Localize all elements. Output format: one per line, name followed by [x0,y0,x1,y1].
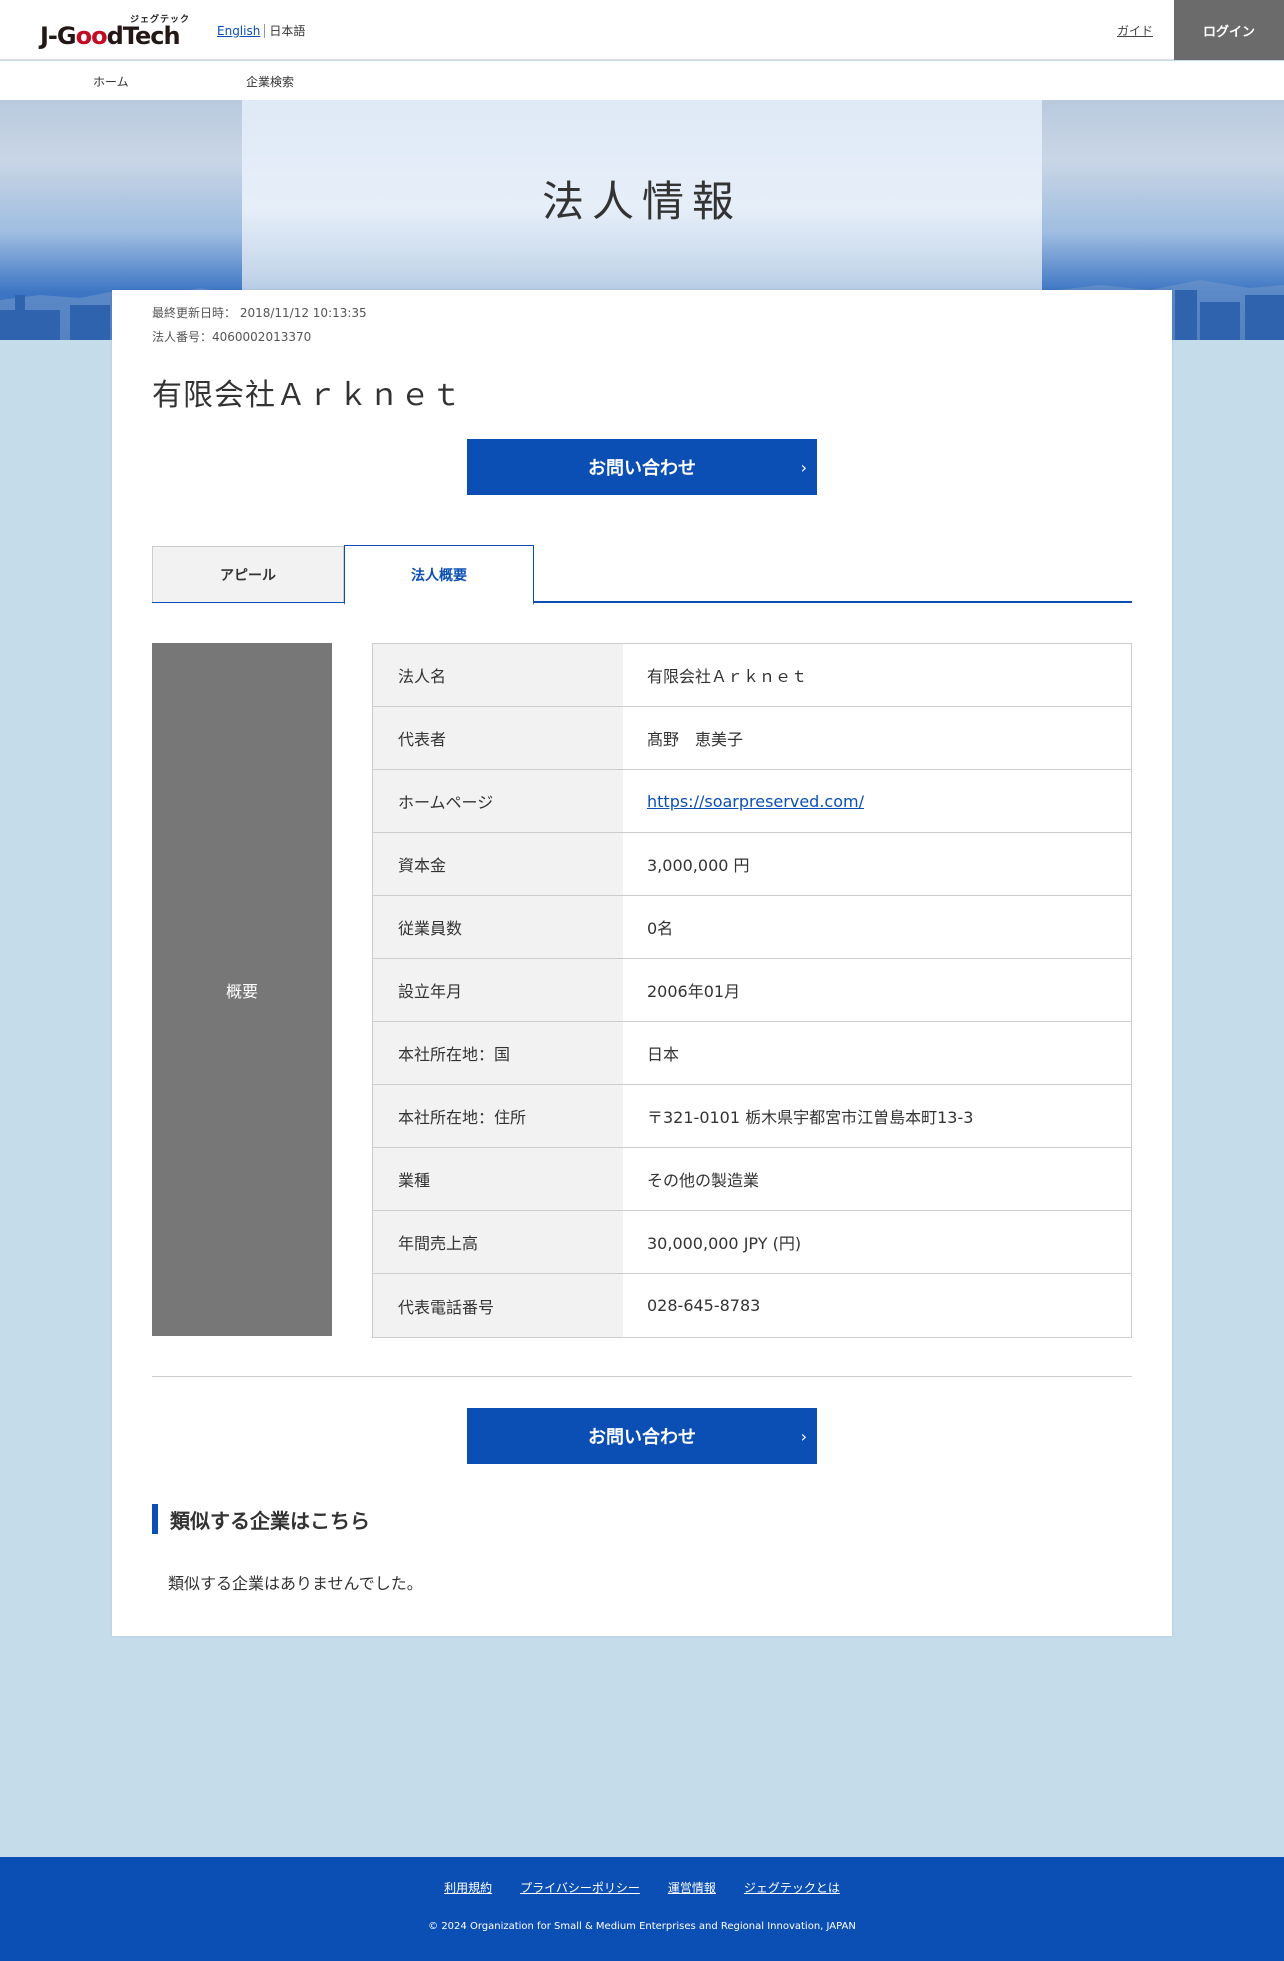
corporate-number: 法人番号：4060002013370 [152,330,312,344]
tab-bar: アピール 法人概要 [152,545,1132,605]
contact-button-label: お問い合わせ [588,1427,696,1448]
lang-japanese-current: 日本語 [269,24,306,38]
table-row: 設立年月 2006年01月 [373,959,1131,1022]
site-footer: 利用規約 プライバシーポリシー 運営情報 ジェグテックとは © 2024 Org… [0,1857,1284,1961]
lang-english-link[interactable]: English [217,24,266,38]
footer-link-about[interactable]: ジェグテックとは [744,1879,840,1896]
page-title: 法人情報 [541,177,742,226]
similar-companies-empty: 類似する企業はありませんでした。 [168,1574,423,1593]
table-row: 年間売上高 30,000,000 JPY (円) [373,1211,1131,1274]
logo-text: J-GoodTech [40,22,181,50]
chevron-right-icon: › [800,458,807,477]
contact-button-label: お問い合わせ [588,458,696,479]
row-value: 〒321-0101 栃木県宇都宮市江曽島本町13-3 [647,1108,974,1127]
nav-item-home[interactable]: ホーム [93,73,129,90]
row-value: その他の製造業 [647,1171,760,1190]
footer-link-privacy[interactable]: プライバシーポリシー [520,1879,640,1896]
homepage-link[interactable]: https://soarpreserved.com/ [647,792,864,811]
company-card: 最終更新日時： 2018/11/12 10:13:35 法人番号：4060002… [112,290,1172,1636]
row-value: 髙野 恵美子 [647,730,744,749]
table-row: 本社所在地：国 日本 [373,1022,1131,1085]
site-logo[interactable]: ジェグテック J-GoodTech [40,12,190,50]
chevron-right-icon: › [800,1427,807,1446]
footer-link-operator[interactable]: 運営情報 [668,1879,716,1896]
contact-button-top[interactable]: お問い合わせ › [467,439,817,495]
row-value: 2006年01月 [647,982,741,1001]
row-key: 法人名 [373,644,623,706]
row-key: 年間売上高 [373,1211,623,1273]
table-row: 本社所在地：住所 〒321-0101 栃木県宇都宮市江曽島本町13-3 [373,1085,1131,1148]
table-row: ホームページ https://soarpreserved.com/ [373,770,1131,833]
row-value: 3,000,000 円 [647,856,750,875]
copyright: © 2024 Organization for Small & Medium E… [428,1921,856,1932]
table-row: 従業員数 0名 [373,896,1131,959]
row-value: 日本 [647,1045,680,1064]
row-key: 業種 [373,1148,623,1210]
row-value: 有限会社Ａｒｋｎｅｔ [647,667,808,686]
table-row: 業種 その他の製造業 [373,1148,1131,1211]
row-key: 代表者 [373,707,623,769]
table-row: 法人名 有限会社Ａｒｋｎｅｔ [373,644,1131,707]
company-info-table: 法人名 有限会社Ａｒｋｎｅｔ 代表者 髙野 恵美子 ホームページ https:/… [372,643,1132,1338]
footer-links: 利用規約 プライバシーポリシー 運営情報 ジェグテックとは [0,1879,1284,1896]
nav-item-company-search[interactable]: 企業検索 [246,73,294,90]
row-value: 028-645-8783 [647,1296,761,1315]
row-key: ホームページ [373,770,623,832]
section-divider [152,1376,1132,1377]
table-row: 代表者 髙野 恵美子 [373,707,1131,770]
row-key: 本社所在地：住所 [373,1085,623,1147]
footer-link-terms[interactable]: 利用規約 [444,1879,492,1896]
row-value: 0名 [647,919,674,938]
tab-company-overview[interactable]: 法人概要 [344,545,534,605]
row-key: 従業員数 [373,896,623,958]
row-key: 設立年月 [373,959,623,1021]
contact-button-bottom[interactable]: お問い合わせ › [467,1408,817,1464]
tab-appeal[interactable]: アピール [152,546,344,602]
table-row: 代表電話番号 028-645-8783 [373,1274,1131,1337]
similar-companies-heading: 類似する企業はこちら [152,1504,370,1534]
login-button[interactable]: ログイン [1174,0,1284,60]
table-row: 資本金 3,000,000 円 [373,833,1131,896]
language-switcher: English 日本語 [217,22,305,39]
row-value: 30,000,000 JPY (円) [647,1234,802,1253]
row-key: 本社所在地：国 [373,1022,623,1084]
site-header: ジェグテック J-GoodTech English 日本語 ガイド ログイン [0,0,1284,60]
row-value: https://soarpreserved.com/ [623,770,1131,832]
last-updated: 最終更新日時： 2018/11/12 10:13:35 [152,306,367,320]
overview-side-label: 概要 [152,643,332,1336]
guide-link[interactable]: ガイド [1117,22,1153,39]
company-name: 有限会社Ａｒｋｎｅｔ [152,378,462,413]
row-key: 資本金 [373,833,623,895]
row-key: 代表電話番号 [373,1274,623,1337]
global-nav: ホーム 企業検索 [0,61,1284,100]
